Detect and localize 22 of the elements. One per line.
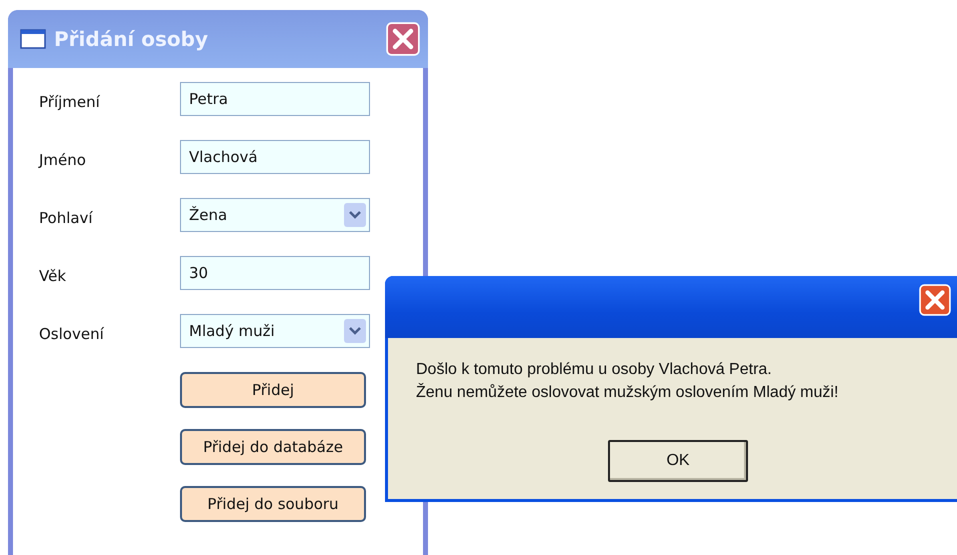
add-button[interactable]: Přidej do souboru <box>180 486 366 522</box>
field-label: Oslovení <box>39 324 105 343</box>
text-field[interactable]: Petra <box>180 82 370 116</box>
dropdown-field[interactable]: Mladý muži <box>180 314 370 348</box>
field-label: Věk <box>39 266 68 285</box>
field-label: Pohlaví <box>39 208 94 227</box>
close-icon[interactable] <box>919 284 951 316</box>
message-text: Ženu nemůžete oslovovat mužským oslovením Mladý muži! <box>416 382 840 403</box>
window-title: Přidání osoby <box>54 27 209 51</box>
add-button[interactable]: Přidej do databáze <box>180 429 366 465</box>
field-label: Jméno <box>39 150 87 169</box>
chevron-down-icon <box>344 319 366 343</box>
field-label: Příjmení <box>39 92 101 111</box>
window-icon <box>20 29 46 49</box>
message-text: Došlo k tomuto problému u osoby Vlachová Petra. <box>416 360 773 380</box>
text-field[interactable]: Vlachová <box>180 140 370 174</box>
close-icon[interactable] <box>386 22 420 56</box>
add-button[interactable]: Přidej <box>180 372 366 408</box>
text-field[interactable]: 30 <box>180 256 370 290</box>
chevron-down-icon <box>344 203 366 227</box>
dropdown-field[interactable]: Žena <box>180 198 370 232</box>
ok-button[interactable]: OK <box>608 440 748 482</box>
